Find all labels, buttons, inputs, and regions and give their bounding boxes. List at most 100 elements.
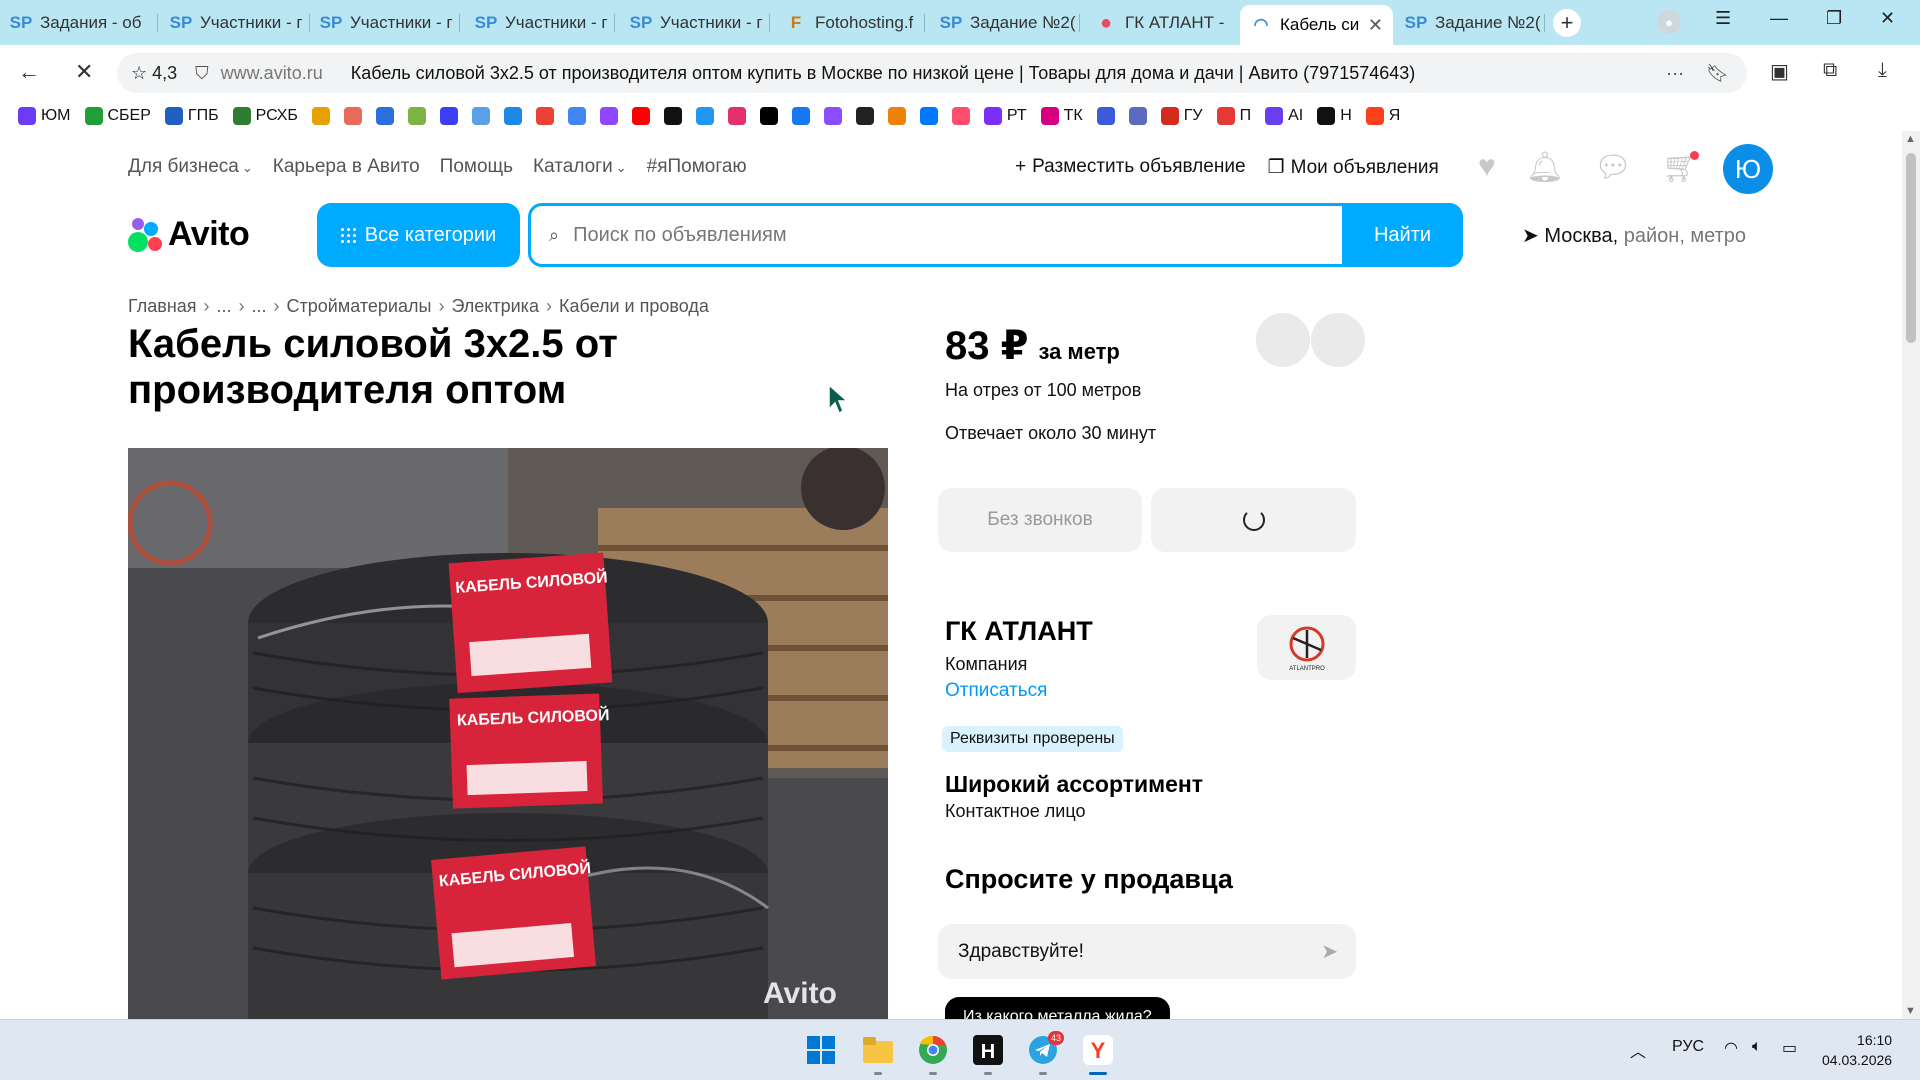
bookmark-item[interactable]: П xyxy=(1216,107,1251,125)
bookmark-item[interactable] xyxy=(759,107,778,125)
browser-tab[interactable]: SP Участники - г xyxy=(160,5,310,41)
bookmark-item[interactable] xyxy=(375,107,394,125)
site-rating[interactable]: ☆ 4,3 xyxy=(131,63,177,84)
bookmark-item[interactable] xyxy=(535,107,554,125)
tray-expand-icon[interactable]: ︿ xyxy=(1630,1038,1646,1062)
browser-tab[interactable]: SP Участники - г xyxy=(465,5,615,41)
scrollbar-thumb[interactable] xyxy=(1906,153,1916,343)
breadcrumb-item[interactable]: Стройматериалы xyxy=(287,296,432,317)
no-calls-button[interactable]: Без звонков xyxy=(938,488,1142,552)
bookmark-item[interactable] xyxy=(311,107,330,125)
search-input[interactable] xyxy=(573,223,1314,247)
bookmark-item[interactable] xyxy=(855,107,874,125)
minimize-icon[interactable]: — xyxy=(1770,8,1788,29)
top-nav-item[interactable]: Карьера в Авито xyxy=(273,156,420,178)
bookmark-item[interactable] xyxy=(439,107,458,125)
top-nav-item[interactable]: #яПомогаю xyxy=(647,156,747,178)
top-nav-item[interactable]: Каталоги ⌄ xyxy=(533,156,627,178)
bookmark-item[interactable]: ТК xyxy=(1040,107,1083,125)
bookmark-item[interactable]: AI xyxy=(1265,107,1303,125)
yandex-browser-icon[interactable]: Y xyxy=(1080,1032,1116,1068)
bookmark-item[interactable]: ГУ xyxy=(1160,107,1203,125)
suggested-question-chip[interactable]: Из какого металла жила? xyxy=(945,997,1170,1019)
close-window-icon[interactable]: ✕ xyxy=(1880,8,1895,29)
favorites-heart-icon[interactable]: ♥ xyxy=(1478,150,1496,185)
address-bar[interactable]: ☆ 4,3 ⛉ www.avito.ru Кабель силовой 3х2.… xyxy=(117,53,1747,93)
bookmark-item[interactable] xyxy=(567,107,586,125)
bookmark-item[interactable]: ЮМ xyxy=(18,107,71,125)
bookmark-item[interactable] xyxy=(1128,107,1147,125)
bookmark-item[interactable] xyxy=(599,107,618,125)
message-input[interactable]: Здравствуйте! ➤ xyxy=(938,924,1356,979)
bookmark-item[interactable] xyxy=(791,107,810,125)
new-tab-button[interactable]: + xyxy=(1553,9,1581,37)
location-selector[interactable]: ➤ Москва, район, метро xyxy=(1522,223,1746,248)
stop-loading-icon[interactable]: ✕ xyxy=(75,59,93,85)
write-message-button-loading[interactable] xyxy=(1151,488,1356,552)
bookmark-item[interactable]: РТ xyxy=(983,107,1027,125)
language-indicator[interactable]: РУС xyxy=(1672,1038,1704,1056)
bookmark-item[interactable] xyxy=(887,107,906,125)
file-explorer-icon[interactable] xyxy=(860,1032,896,1068)
avito-logo[interactable]: Avito xyxy=(128,215,250,254)
my-ads-link[interactable]: ❐ Мои объявления xyxy=(1268,156,1439,179)
post-ad-link[interactable]: + Разместить объявление xyxy=(1015,156,1246,179)
profile-icon[interactable]: ● xyxy=(1657,10,1681,34)
browser-tab[interactable]: SP Задания - об xyxy=(0,5,158,41)
seller-name[interactable]: ГК АТЛАНТ xyxy=(945,616,1093,647)
browser-tab[interactable]: SP Участники - г xyxy=(620,5,770,41)
breadcrumb-item[interactable]: Электрика xyxy=(451,296,539,317)
scroll-up-icon[interactable]: ▲ xyxy=(1905,133,1916,145)
bookmark-item[interactable] xyxy=(695,107,714,125)
browser-tab[interactable]: SP Участники - г xyxy=(310,5,460,41)
scroll-down-icon[interactable]: ▼ xyxy=(1905,1005,1916,1017)
volume-icon[interactable]: 🔈︎ xyxy=(1752,1038,1762,1056)
browser-tab[interactable]: SP Задание №2( xyxy=(1395,5,1545,41)
breadcrumb-item[interactable]: ... xyxy=(252,296,267,317)
back-icon[interactable]: ← xyxy=(18,59,40,85)
bookmark-item[interactable] xyxy=(407,107,426,125)
all-categories-button[interactable]: Все категории xyxy=(317,203,520,267)
wifi-icon[interactable]: ◠ xyxy=(1724,1038,1738,1058)
extensions-icon[interactable]: ⧉ xyxy=(1823,59,1837,82)
browser-tab[interactable]: ◠ Кабель си ✕ xyxy=(1240,5,1393,45)
bookmark-item[interactable]: ГПБ xyxy=(164,107,219,125)
breadcrumb-item[interactable]: Главная xyxy=(128,296,197,317)
browser-tab[interactable]: SP Задание №2( xyxy=(930,5,1080,41)
bookmark-item[interactable] xyxy=(1096,107,1115,125)
favorite-round-button[interactable] xyxy=(1256,313,1310,367)
avatar[interactable]: Ю xyxy=(1723,144,1773,194)
system-clock[interactable]: 16:10 04.03.2026 xyxy=(1822,1030,1892,1070)
breadcrumb-item[interactable]: ... xyxy=(217,296,232,317)
search-button[interactable]: Найти xyxy=(1342,203,1463,267)
security-shield-icon[interactable]: ⛉ xyxy=(195,63,209,84)
top-nav-item[interactable]: Для бизнеса ⌄ xyxy=(128,156,253,178)
seller-logo[interactable]: ATLANTPRO xyxy=(1257,615,1356,680)
bookmark-item[interactable] xyxy=(727,107,746,125)
more-icon[interactable]: ··· xyxy=(1666,63,1684,84)
bookmark-item[interactable] xyxy=(823,107,842,125)
bookmark-item[interactable] xyxy=(951,107,970,125)
product-photo[interactable]: КАБЕЛЬ СИЛОВОЙ КАБЕЛЬ СИЛОВОЙ КАБЕЛЬ СИЛ… xyxy=(128,448,888,1019)
notifications-bell-icon[interactable]: 🔔︎ xyxy=(1526,150,1564,185)
bookmark-item[interactable]: Н xyxy=(1317,107,1352,125)
bookmark-item[interactable]: РСХБ xyxy=(232,107,298,125)
share-round-button[interactable] xyxy=(1311,313,1365,367)
bookmark-item[interactable] xyxy=(919,107,938,125)
browser-tab[interactable]: ● ГК АТЛАНТ - xyxy=(1085,5,1235,41)
bookmark-item[interactable] xyxy=(471,107,490,125)
bookmark-icon[interactable]: 🔖︎ xyxy=(1706,63,1729,84)
bookmark-item[interactable]: Я xyxy=(1365,107,1400,125)
restore-icon[interactable]: ❐ xyxy=(1826,8,1842,29)
app-h-icon[interactable]: H xyxy=(970,1032,1006,1068)
gallery-icon[interactable]: ▣ xyxy=(1770,59,1789,84)
bookmark-item[interactable]: СБЕР xyxy=(84,107,151,125)
start-windows-icon[interactable] xyxy=(803,1032,839,1068)
battery-icon[interactable]: ▭ xyxy=(1782,1038,1797,1058)
bookmark-item[interactable] xyxy=(631,107,650,125)
tab-close-icon[interactable]: ✕ xyxy=(1368,15,1383,36)
top-nav-item[interactable]: Помощь xyxy=(440,156,513,178)
menu-icon[interactable]: ☰ xyxy=(1715,8,1731,29)
downloads-icon[interactable]: ⤓ xyxy=(1878,59,1887,82)
unsubscribe-link[interactable]: Отписаться xyxy=(945,680,1047,702)
